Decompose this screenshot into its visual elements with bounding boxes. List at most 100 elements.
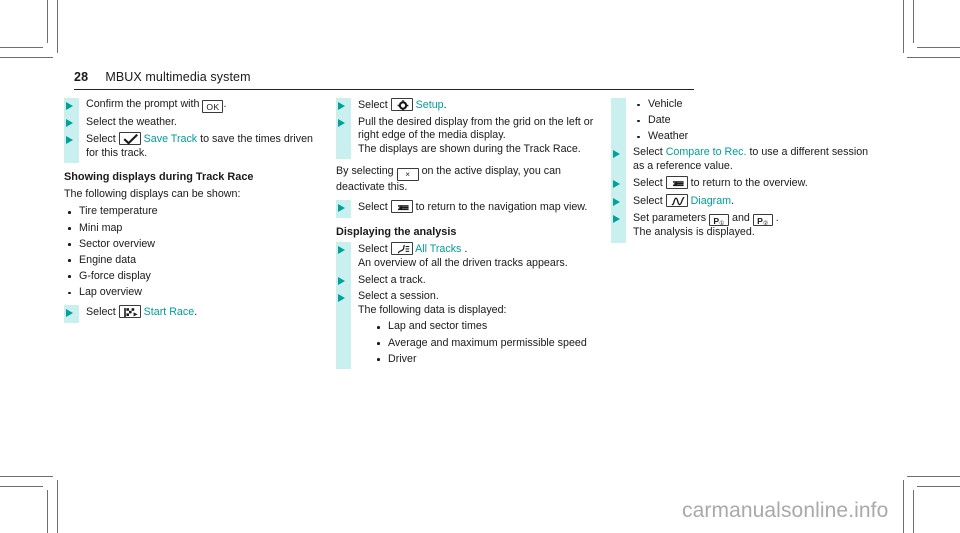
middle-step-group-3: Select All Tracks . An overview of all t… [336,242,601,369]
step-text-middle: and [729,211,753,224]
step-return-nav-map[interactable]: Select to return to the navigation map v… [338,200,601,218]
ok-key-icon[interactable]: OK [202,100,224,113]
middle-subheading: Displaying the analysis [336,225,457,238]
step-text: Set parameters [633,211,710,224]
step-arrow-icon [338,277,345,286]
middle-data-list: Lap and sector times Average and maximum… [358,320,601,368]
step-text: Select [633,146,666,159]
start-race-link[interactable]: Start Race [144,306,195,318]
page-title: MBUX multimedia system [105,70,251,84]
step-arrow-icon [613,215,620,224]
list-item: Engine data [64,254,324,270]
step-arrow-icon [613,149,620,158]
step-text-suffix: . [461,243,468,256]
left-step-group-2: Select Start Race. [64,305,324,323]
step-arrow-icon [338,101,345,110]
step-set-parameters[interactable]: Set parameters P① and P② . The analysis … [613,211,881,243]
left-intro-text: The following displays can be shown: [64,187,241,200]
step-arrow-icon [338,203,345,212]
list-item: Average and maximum permissible speed [373,337,601,353]
right-content-group: Vehicle Date Weather Select Compare to R… [611,98,881,243]
step-text: Select [358,99,391,111]
step-text: Select a session. [358,290,439,303]
step-text: Select [358,243,391,256]
step-select-weather[interactable]: Select the weather. [66,115,324,133]
watermark: carmanualsonline.info [682,499,889,522]
column-left: Confirm the prompt with OK. Select the w… [64,98,324,323]
middle-deactivate-paragraph: By selecting × on the active display, yo… [336,165,601,197]
list-item: Vehicle [633,98,881,114]
step-text: Select [633,195,666,208]
back-arrow-icon[interactable] [390,200,413,214]
right-data-list: Vehicle Date Weather [633,98,881,146]
step-arrow-icon [338,245,345,254]
step-text: Confirm the prompt with [86,98,203,110]
step-text-suffix: . [731,195,735,208]
list-item: Lap overview [64,286,324,302]
step-arrow-icon [613,179,620,188]
page-canvas: 28 MBUX multimedia system Confirm the pr… [0,0,960,533]
close-x-icon[interactable]: × [396,168,419,181]
step-text-suffix: . [443,99,447,111]
middle-step-group-2: Select to return to the navigation map v… [336,200,601,218]
list-item: Sector overview [64,238,324,254]
gear-icon[interactable] [390,98,413,111]
column-right: Vehicle Date Weather Select Compare to R… [611,98,881,243]
all-tracks-link[interactable]: All Tracks [415,243,461,255]
step-text-suffix: . [772,211,779,224]
list-item: Driver [373,353,601,369]
step-text: Select [86,133,119,146]
step-text-suffix: . [223,98,227,110]
step-return-overview[interactable]: Select to return to the overview. [613,176,881,194]
step-text: Pull the desired display from the grid o… [358,115,594,142]
step-note: An overview of all the driven tracks app… [358,257,568,270]
setup-link[interactable]: Setup [416,99,444,111]
left-display-list: Tire temperature Mini map Sector overvie… [64,205,324,302]
left-step-group-1: Confirm the prompt with OK. Select the w… [64,98,324,164]
step-compare-to-rec[interactable]: Select Compare to Rec. to use a differen… [613,146,881,176]
step-select-all-tracks[interactable]: Select All Tracks . An overview of all t… [338,242,601,273]
step-text-suffix: to return to the overview. [690,177,808,190]
step-pull-display[interactable]: Pull the desired display from the grid o… [338,115,601,160]
diagram-link[interactable]: Diagram [691,195,731,207]
step-note: The displays are shown during the Track … [358,142,581,155]
step-text: Select [358,201,391,214]
step-save-track[interactable]: Select Save Track to save the times driv… [66,132,324,163]
compare-to-rec-link[interactable]: Compare to Rec. [666,146,747,158]
param-index: ① [719,219,725,227]
step-text: Select [86,306,119,319]
step-select-session[interactable]: Select a session. The following data is … [338,290,601,320]
back-arrow-icon[interactable] [665,176,688,190]
step-arrow-icon [66,101,73,110]
step-select-setup[interactable]: Select Setup. [338,98,601,116]
step-text-suffix: . [194,306,198,319]
step-note: The following data is displayed: [358,303,507,316]
step-note: The analysis is displayed. [633,226,755,239]
step-text-suffix: to return to the navigation map view. [415,201,588,214]
step-confirm-prompt[interactable]: Confirm the prompt with OK. [66,98,324,116]
step-text: Select a track. [358,273,426,286]
diagram-icon[interactable] [665,194,688,208]
step-arrow-icon [338,119,345,128]
step-text: Select [633,177,666,190]
save-track-link[interactable]: Save Track [144,133,197,145]
step-arrow-icon [66,308,73,317]
step-text: Select the weather. [86,115,177,128]
param-p1-icon[interactable]: P① [709,213,730,227]
all-tracks-icon[interactable] [390,242,413,256]
step-arrow-icon [613,197,620,206]
checkmark-icon[interactable] [118,132,141,146]
list-item: Mini map [64,222,324,238]
paragraph-text: By selecting [336,165,397,178]
step-select-diagram[interactable]: Select Diagram. [613,194,881,212]
list-item: G-force display [64,270,324,286]
middle-step-group-1: Select Setup. Pull the desired display f… [336,98,601,160]
page-header: 28 MBUX multimedia system [74,70,694,90]
step-arrow-icon [66,135,73,144]
step-start-race[interactable]: Select Start Race. [66,305,324,323]
param-p2-icon[interactable]: P② [752,213,773,227]
checkered-flag-icon[interactable] [118,305,141,319]
step-arrow-icon [338,293,345,302]
step-arrow-icon [66,119,73,127]
step-select-track[interactable]: Select a track. [338,273,601,291]
